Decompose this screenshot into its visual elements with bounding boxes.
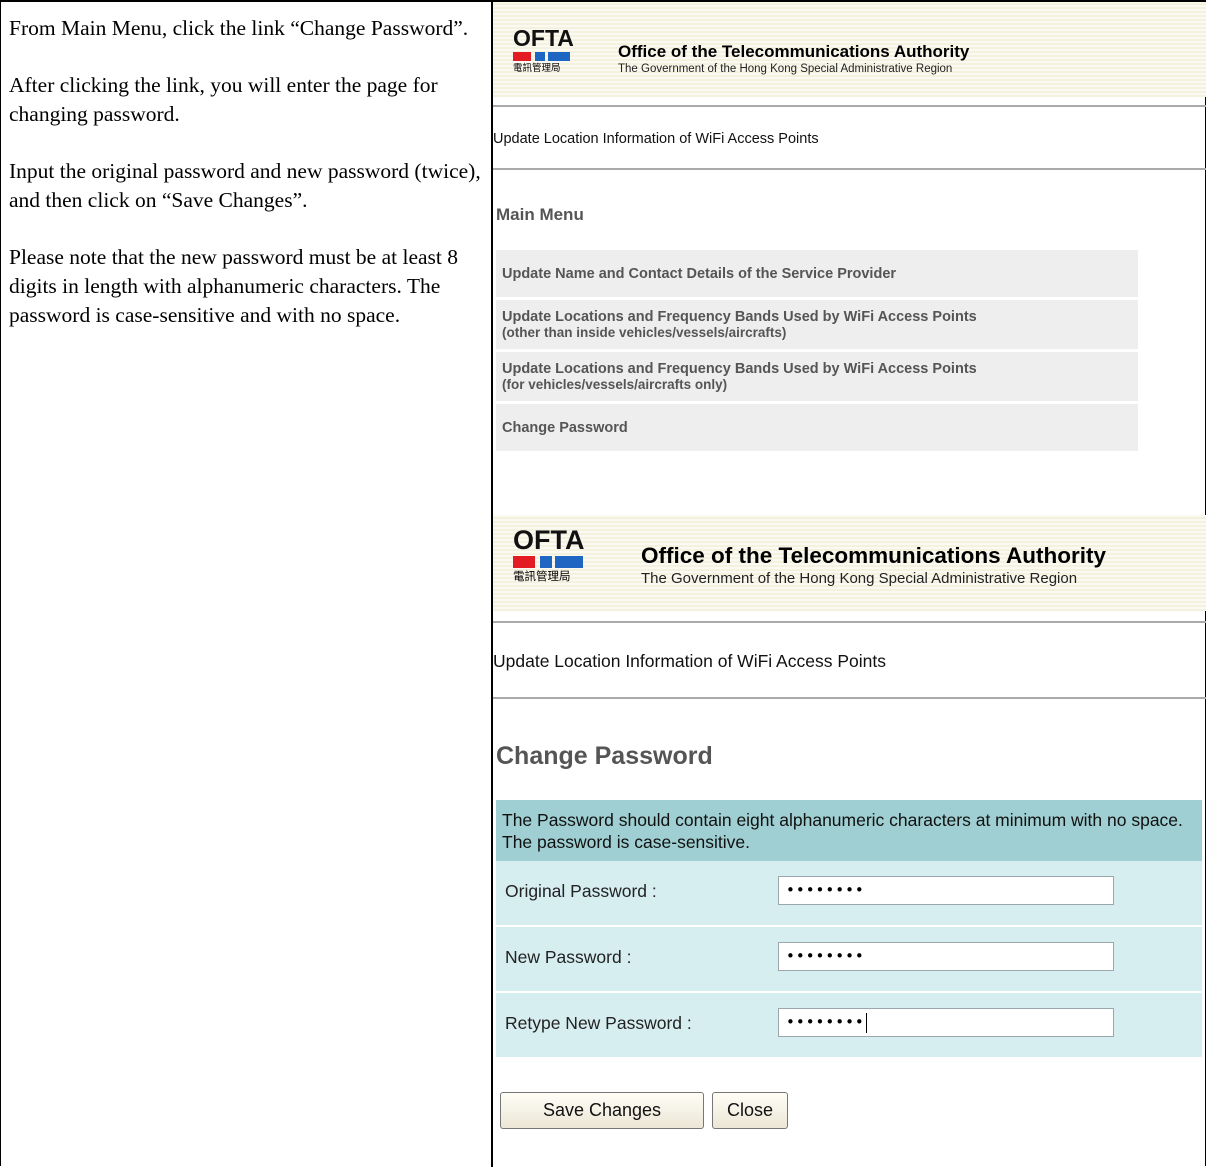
gov-name: The Government of the Hong Kong Special … — [618, 63, 953, 75]
text-caret — [865, 1012, 867, 1033]
page-title: Change Password — [496, 742, 713, 770]
retype-password-input[interactable]: •••••••• — [778, 1008, 1114, 1037]
org-name: Office of the Telecommunications Authori… — [618, 42, 970, 61]
instruction-step-3: Input the original password and new pass… — [9, 159, 481, 212]
logo-bars-icon — [513, 556, 584, 569]
logo-chinese-text: 電訊管理局 — [513, 63, 561, 74]
retype-password-value: •••••••• — [786, 1013, 865, 1031]
menu-item-update-locations-fixed[interactable]: Update Locations and Frequency Bands Use… — [496, 300, 1138, 352]
save-changes-button[interactable]: Save Changes — [500, 1092, 704, 1129]
page-subtitle: Update Location Information of WiFi Acce… — [493, 651, 886, 671]
instruction-step-4: Please note that the new password must b… — [9, 245, 459, 327]
retype-password-label: Retype New Password : — [505, 1013, 692, 1033]
header-rule — [493, 105, 1206, 107]
menu-item-label: Update Locations and Frequency Bands Use… — [502, 309, 977, 325]
instruction-step-1: From Main Menu, click the link “Change P… — [9, 16, 469, 40]
menu-item-sublabel: (for vehicles/vessels/aircrafts only) — [502, 377, 728, 392]
menu-item-change-password[interactable]: Change Password — [496, 404, 1138, 454]
header-rule — [493, 621, 1206, 623]
new-password-value: •••••••• — [786, 947, 865, 965]
close-button[interactable]: Close — [712, 1092, 788, 1129]
new-password-label: New Password : — [505, 947, 632, 967]
ofta-logo: OFTA 電訊管理局 — [513, 527, 584, 583]
logo-text: OFTA — [513, 525, 585, 555]
original-password-label: Original Password : — [505, 881, 657, 901]
menu-item-update-contact[interactable]: Update Name and Contact Details of the S… — [496, 250, 1138, 300]
instruction-step-2: After clicking the link, you will enter … — [9, 73, 438, 126]
instructions: From Main Menu, click the link “Change P… — [9, 14, 484, 358]
main-menu-screenshot: OFTA 電訊管理局 Office of the Telecommunicati… — [493, 2, 1206, 472]
new-password-row: New Password : •••••••• — [496, 927, 1202, 993]
password-rules-note: The Password should contain eight alphan… — [496, 800, 1202, 861]
menu-item-update-locations-vehicles[interactable]: Update Locations and Frequency Bands Use… — [496, 352, 1138, 404]
logo-text: OFTA — [513, 25, 574, 51]
subtitle-rule — [493, 697, 1206, 699]
logo-chinese-text: 電訊管理局 — [513, 569, 571, 583]
gov-name: The Government of the Hong Kong Special … — [641, 570, 1078, 587]
site-header: OFTA 電訊管理局 Office of the Telecommunicati… — [493, 2, 1206, 97]
change-password-screenshot: OFTA 電訊管理局 Office of the Telecommunicati… — [493, 515, 1206, 1167]
menu-item-label: Update Locations and Frequency Bands Use… — [502, 361, 977, 377]
new-password-input[interactable]: •••••••• — [778, 942, 1114, 971]
change-password-form: The Password should contain eight alphan… — [496, 800, 1202, 1059]
retype-password-row: Retype New Password : •••••••• — [496, 993, 1202, 1059]
ofta-logo: OFTA 電訊管理局 — [513, 27, 574, 74]
logo-bars-icon — [513, 52, 574, 62]
main-menu-title: Main Menu — [496, 205, 584, 224]
main-menu: Update Name and Contact Details of the S… — [496, 250, 1138, 454]
menu-item-label: Change Password — [502, 419, 628, 436]
menu-item-label: Update Name and Contact Details of the S… — [502, 265, 897, 282]
org-name: Office of the Telecommunications Authori… — [641, 543, 1107, 568]
menu-item-sublabel: (other than inside vehicles/vessels/airc… — [502, 325, 787, 340]
subtitle-rule — [493, 168, 1206, 170]
original-password-row: Original Password : •••••••• — [496, 861, 1202, 927]
original-password-input[interactable]: •••••••• — [778, 876, 1114, 905]
original-password-value: •••••••• — [786, 881, 865, 899]
page-subtitle: Update Location Information of WiFi Acce… — [493, 131, 819, 147]
site-header: OFTA 電訊管理局 Office of the Telecommunicati… — [493, 515, 1206, 611]
